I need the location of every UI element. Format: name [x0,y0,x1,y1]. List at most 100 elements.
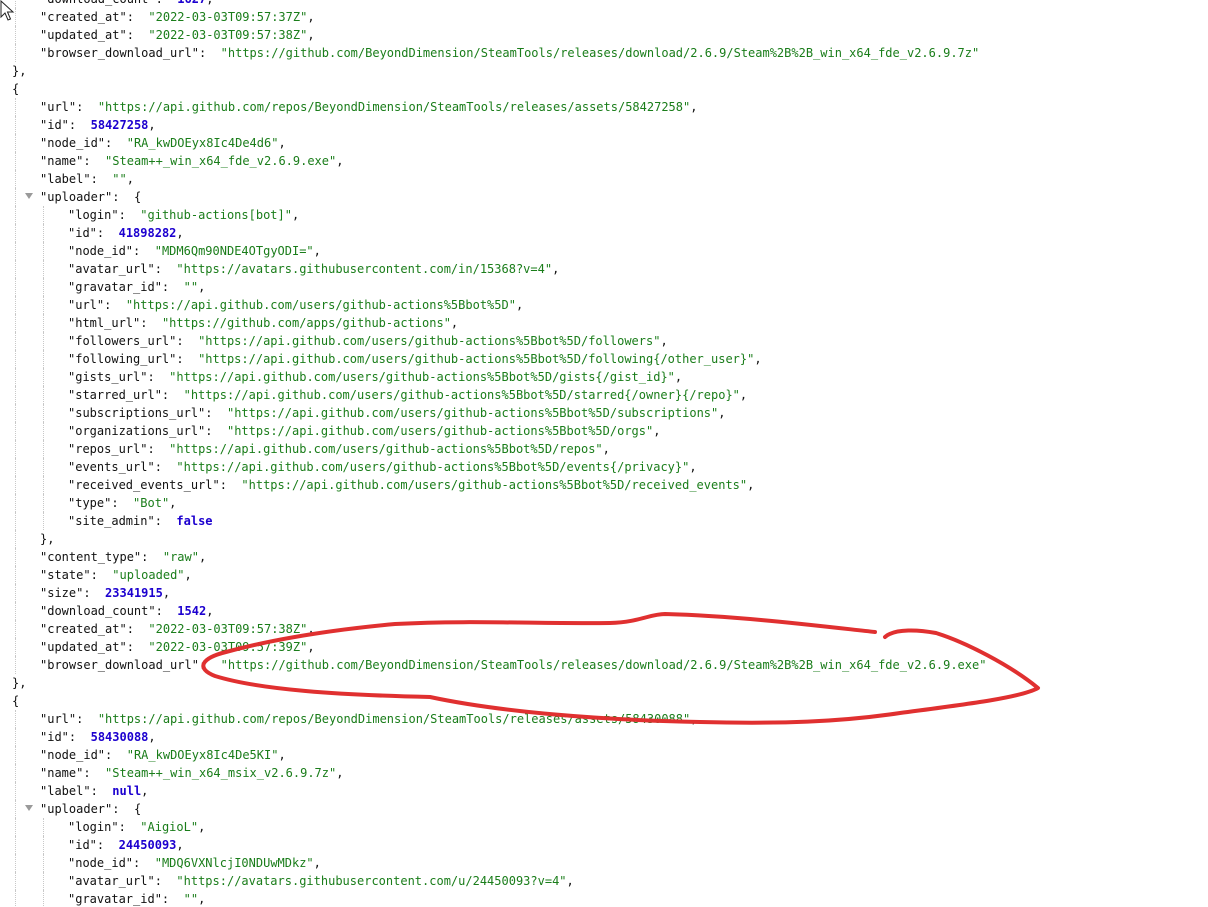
json-colon: : [205,406,227,420]
json-key: "node_id" [40,748,106,762]
json-line-content: "url": "https://api.github.com/repos/Bey… [40,710,697,728]
json-line: "id": 24450093, [0,836,1208,854]
json-line: "size": 23341915, [0,584,1208,602]
indent-guide [43,818,44,836]
json-comma: , [278,136,286,150]
json-key: "id" [68,226,97,240]
indent-guide [15,350,16,368]
json-comma: , [653,424,661,438]
json-comma: , [690,712,698,726]
json-line: }, [0,674,1208,692]
json-comma: , [184,568,192,582]
json-colon: : [90,784,113,798]
indent-guide [43,890,44,907]
json-line: "node_id": "MDQ6VXNlcjI0NDUwMDkz", [0,854,1208,872]
json-key: "gravatar_id" [68,280,162,294]
indent-guide [15,530,16,548]
indent-guide [43,224,44,242]
json-line-content: "gists_url": "https://api.github.com/use… [68,368,682,386]
json-line: "name": "Steam++_win_x64_msix_v2.6.9.7z"… [0,764,1208,782]
indent-guide [15,26,16,44]
json-line: "repos_url": "https://api.github.com/use… [0,440,1208,458]
collapse-toggle-icon[interactable] [25,805,33,811]
json-key: "created_at" [40,622,127,636]
json-url-string: "https://api.github.com/users/github-act… [198,334,661,348]
json-line: "uploader": { [0,800,1208,818]
json-string: "2022-03-03T09:57:39Z" [148,640,308,654]
json-line-content: "size": 23341915, [40,584,170,602]
json-string: "" [183,280,199,294]
json-string: "MDM6Qm90NDE4OTgyODI=" [154,244,314,258]
indent-guide [43,872,44,890]
json-line-content: "starred_url": "https://api.github.com/u… [68,386,747,404]
json-bracket: { [12,82,20,96]
json-number: 41898282 [118,226,177,240]
json-key: "gravatar_id" [68,892,162,906]
json-line: "subscriptions_url": "https://api.github… [0,404,1208,422]
indent-guide [15,854,16,872]
json-number: 58427258 [90,118,149,132]
json-comma: , [660,334,668,348]
json-key: "site_admin" [68,514,155,528]
indent-guide [43,422,44,440]
json-bracket: { [133,190,142,204]
json-line-content: "uploader": { [40,800,141,818]
indent-guide [15,638,16,656]
json-key: "received_events_url" [68,478,220,492]
indent-guide [43,404,44,422]
json-string: "AigioL" [140,820,199,834]
json-line: "name": "Steam++_win_x64_fde_v2.6.9.exe"… [0,152,1208,170]
json-line-content: "events_url": "https://api.github.com/us… [68,458,697,476]
json-colon: : [76,100,98,114]
json-literal: null [112,784,142,798]
json-number: 24450093 [118,838,177,852]
json-colon: : [133,244,155,258]
json-string: "RA_kwDOEyx8Ic4De5KI" [126,748,279,762]
indent-guide [15,656,16,674]
json-bracket: { [133,802,142,816]
json-key: "type" [68,496,112,510]
json-line-content: "html_url": "https://github.com/apps/git… [68,314,458,332]
json-string: "Steam++_win_x64_msix_v2.6.9.7z" [105,766,337,780]
json-line: }, [0,530,1208,548]
indent-guide [15,260,16,278]
json-line: "gists_url": "https://api.github.com/use… [0,368,1208,386]
json-colon: : [133,856,155,870]
indent-guide [15,296,16,314]
json-string: "raw" [162,550,199,564]
json-url-string: "https://api.github.com/users/github-act… [226,424,654,438]
json-string: "uploaded" [112,568,185,582]
json-url-string: "https://api.github.com/users/github-act… [169,442,603,456]
json-url-string: "https://api.github.com/users/github-act… [125,298,516,312]
json-comma: , [176,226,184,240]
indent-guide [15,206,16,224]
json-colon: : [111,496,134,510]
json-line: "node_id": "MDM6Qm90NDE4OTgyODI=", [0,242,1208,260]
json-key: "url" [68,298,105,312]
json-comma: , [450,316,459,330]
json-colon: : [155,604,178,618]
json-line-content: "node_id": "MDM6Qm90NDE4OTgyODI=", [68,242,321,260]
json-url-string: "https://api.github.com/users/github-act… [176,460,690,474]
json-line-content: "avatar_url": "https://avatars.githubuse… [68,260,559,278]
json-line: "node_id": "RA_kwDOEyx8Ic4De4d6", [0,134,1208,152]
json-comma: , [278,748,286,762]
json-comma: , [291,208,300,222]
json-line: "node_id": "RA_kwDOEyx8Ic4De5KI", [0,746,1208,764]
json-line: "updated_at": "2022-03-03T09:57:39Z", [0,638,1208,656]
json-comma: , [307,622,315,636]
json-key: "download_count" [40,604,156,618]
json-url-string: "https://api.github.com/repos/BeyondDime… [97,712,691,726]
json-line: "type": "Bot", [0,494,1208,512]
json-line-content: "gravatar_id": "", [68,890,205,907]
json-string: "2022-03-03T09:57:38Z" [148,622,308,636]
indent-guide [15,458,16,476]
json-comma: , [754,352,762,366]
json-line: "avatar_url": "https://avatars.githubuse… [0,872,1208,890]
collapse-toggle-icon[interactable] [25,193,33,199]
json-line: "starred_url": "https://api.github.com/u… [0,386,1208,404]
json-url-string: "https://api.github.com/users/github-act… [241,478,748,492]
json-key: "label" [40,172,91,186]
indent-guide [43,314,44,332]
json-colon: : [141,550,163,564]
